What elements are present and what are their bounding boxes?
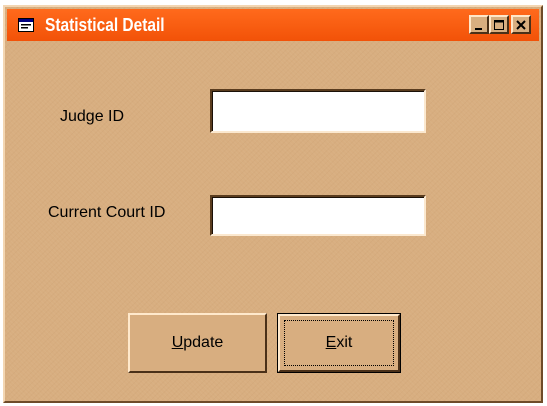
exit-button-mnemonic: E: [325, 334, 337, 351]
current-court-id-input[interactable]: [210, 195, 426, 236]
update-button[interactable]: Update: [128, 313, 267, 373]
current-court-id-label: Current Court ID: [48, 204, 166, 221]
close-button[interactable]: [511, 15, 531, 34]
close-icon: [516, 19, 526, 30]
minimize-icon: [475, 27, 482, 30]
statistical-detail-window: Statistical Detail Judge ID Current Cour…: [3, 5, 543, 403]
update-button-label: Update: [172, 334, 224, 352]
window-app-icon[interactable]: [17, 17, 35, 33]
exit-button-label-rest: xit: [336, 334, 353, 351]
update-button-mnemonic: U: [171, 334, 184, 351]
exit-button-label: Exit: [326, 334, 353, 352]
judge-id-label: Judge ID: [60, 108, 125, 125]
window-title: Statistical Detail: [45, 14, 165, 35]
exit-button[interactable]: Exit: [277, 313, 401, 373]
title-bar[interactable]: Statistical Detail: [7, 9, 539, 41]
update-button-label-rest: pdate: [183, 334, 224, 351]
caption-buttons: [469, 15, 531, 34]
maximize-button[interactable]: [489, 15, 509, 34]
maximize-icon: [494, 19, 504, 30]
judge-id-input[interactable]: [210, 89, 426, 133]
minimize-button[interactable]: [469, 15, 489, 34]
